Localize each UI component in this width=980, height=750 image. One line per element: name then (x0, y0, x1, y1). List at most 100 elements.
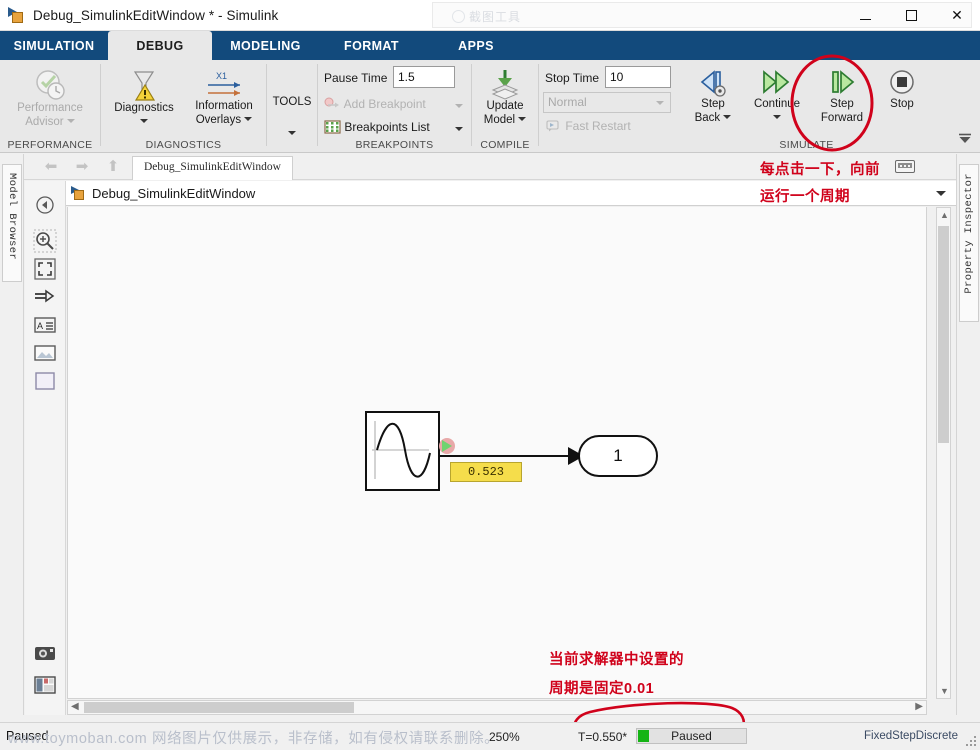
outport-block[interactable]: 1 (578, 435, 658, 477)
tab-modeling[interactable]: MODELING (212, 31, 319, 60)
maximize-button[interactable] (888, 0, 934, 31)
stop-time-input[interactable] (605, 66, 671, 88)
tab-format[interactable]: FORMAT (319, 31, 424, 60)
close-button[interactable]: ✕ (934, 0, 980, 31)
breakpoints-list-icon (324, 120, 341, 134)
diagnostics-button[interactable]: Diagnostics (105, 68, 183, 129)
add-breakpoint-button[interactable]: Add Breakpoint (324, 97, 426, 111)
group-label-simulate: SIMULATE (779, 139, 834, 151)
keyboard-icon[interactable] (895, 160, 915, 173)
fit-to-view-icon[interactable] (33, 257, 57, 281)
canvas-tool-palette: A « (25, 181, 66, 715)
image-icon[interactable] (33, 341, 57, 365)
breakpoints-list-caret-icon[interactable] (455, 127, 463, 131)
breakpoints-list-button[interactable]: Breakpoints List (324, 120, 430, 134)
performance-advisor-label-2: Advisor (25, 115, 64, 128)
information-overlays-caret-icon[interactable] (244, 116, 253, 121)
annotation-icon[interactable]: A (33, 313, 57, 337)
information-overlays-button[interactable]: X1 Information Overlays (184, 68, 264, 127)
performance-advisor-icon (33, 68, 67, 102)
simulation-progress-bar: Paused (636, 728, 747, 744)
chevron-down-icon[interactable] (936, 190, 946, 196)
forward-arrow-icon[interactable]: ➡ (72, 158, 92, 176)
pause-time-input[interactable] (393, 66, 455, 88)
step-back-caret-icon[interactable] (723, 114, 732, 119)
continue-caret-icon[interactable] (773, 114, 781, 119)
step-forward-button[interactable]: Step Forward (809, 68, 875, 125)
collapse-ribbon-button[interactable] (958, 132, 972, 150)
model-tab[interactable]: Debug_SimulinkEditWindow (132, 156, 293, 180)
performance-advisor-label-1: Performance (17, 102, 83, 114)
sine-wave-block[interactable] (365, 411, 440, 491)
horizontal-scroll-thumb[interactable] (84, 702, 354, 713)
status-solver-label: FixedStepDiscrete (864, 730, 958, 742)
watermark: www.toymoban.com 网络图片仅供展示，非存储，如有侵权请联系删除。 (8, 731, 500, 747)
information-overlays-icon: X1 (200, 68, 248, 100)
canvas-vertical-scrollbar[interactable]: ▲ ▼ (936, 207, 951, 699)
step-forward-icon (823, 68, 861, 98)
stop-label: Stop (890, 98, 914, 110)
update-model-button[interactable]: Update Model (472, 68, 538, 127)
information-overlays-label-1: Information (195, 100, 253, 112)
back-arrow-icon[interactable]: ⬅ (41, 158, 61, 176)
step-back-button[interactable]: Step Back (681, 68, 745, 125)
simulation-mode-select[interactable]: Normal (543, 92, 671, 113)
canvas-horizontal-scrollbar[interactable]: ◀ ▶ (67, 700, 927, 715)
solver-note-line2: 周期是固定0.01 (549, 681, 655, 697)
tab-apps[interactable]: APPS (424, 31, 528, 60)
tools-caret-icon[interactable] (288, 130, 296, 135)
add-breakpoint-caret-icon[interactable] (455, 104, 463, 108)
zoom-in-icon[interactable] (33, 229, 57, 253)
property-inspector-tab[interactable]: Property Inspector (959, 164, 979, 322)
report-icon[interactable] (33, 673, 57, 697)
minimize-button[interactable] (842, 0, 888, 31)
update-model-label-2: Model (483, 113, 516, 126)
camera-icon[interactable] (33, 641, 57, 665)
model-browser-tab[interactable]: Model Browser (2, 164, 22, 282)
ribbon: Performance Advisor PERFORMANCE Diagnost… (0, 60, 980, 153)
ribbon-group-performance: Performance Advisor PERFORMANCE (0, 60, 100, 153)
model-browser-rail: Model Browser (0, 154, 24, 715)
scroll-left-icon[interactable]: ◀ (71, 701, 79, 712)
solver-note-line1: 当前求解器中设置的 (549, 652, 684, 668)
svg-text:X1: X1 (216, 71, 227, 81)
tools-button[interactable]: TOOLS (267, 96, 317, 141)
vertical-scroll-thumb[interactable] (938, 226, 949, 443)
up-arrow-icon[interactable]: ⬆ (103, 158, 123, 176)
diagnostics-caret-icon[interactable] (140, 118, 148, 123)
area-icon[interactable] (33, 369, 57, 393)
update-model-caret-icon[interactable] (518, 116, 527, 121)
performance-advisor-caret-icon[interactable] (66, 118, 75, 123)
diagnostics-label: Diagnostics (114, 102, 174, 114)
continue-label: Continue (753, 98, 801, 110)
model-canvas[interactable]: 1 0.523 当前求解器中设置的 周期是固定0.01 (67, 207, 927, 699)
sim-mode-caret-icon (656, 101, 664, 105)
fast-restart-icon (546, 120, 559, 132)
scroll-up-icon[interactable]: ▲ (940, 210, 949, 220)
signal-route-icon[interactable] (33, 285, 57, 309)
navigate-up-icon[interactable] (33, 193, 57, 217)
tab-debug[interactable]: DEBUG (108, 31, 212, 60)
diagnostics-icon (128, 68, 160, 102)
property-inspector-label: Property Inspector (963, 173, 975, 294)
continue-button[interactable]: Continue (744, 68, 810, 125)
tools-label: TOOLS (272, 96, 312, 108)
ribbon-group-compile: Update Model COMPILE (472, 60, 538, 153)
ribbon-group-breakpoints: Pause Time Add Breakpoint Breakpoi (318, 60, 471, 153)
window-controls: ✕ (842, 0, 980, 31)
signal-wire[interactable] (440, 455, 575, 457)
progress-label: Paused (671, 729, 712, 743)
resize-grip-icon[interactable] (966, 736, 976, 746)
tab-simulation[interactable]: SIMULATION (0, 31, 108, 60)
fast-restart-button[interactable]: Fast Restart (545, 119, 631, 133)
scroll-right-icon[interactable]: ▶ (915, 701, 923, 712)
information-overlays-label-2: Overlays (195, 113, 242, 126)
performance-advisor-button[interactable]: Performance Advisor (6, 68, 94, 129)
step-back-icon (696, 68, 730, 98)
svg-text:A: A (37, 321, 43, 331)
model-name-label: Debug_SimulinkEditWindow (92, 185, 256, 201)
scroll-down-icon[interactable]: ▼ (940, 686, 949, 696)
step-back-label-1: Step (701, 98, 725, 110)
stop-button[interactable]: Stop (875, 68, 929, 112)
step-back-label-2: Back (694, 111, 721, 124)
